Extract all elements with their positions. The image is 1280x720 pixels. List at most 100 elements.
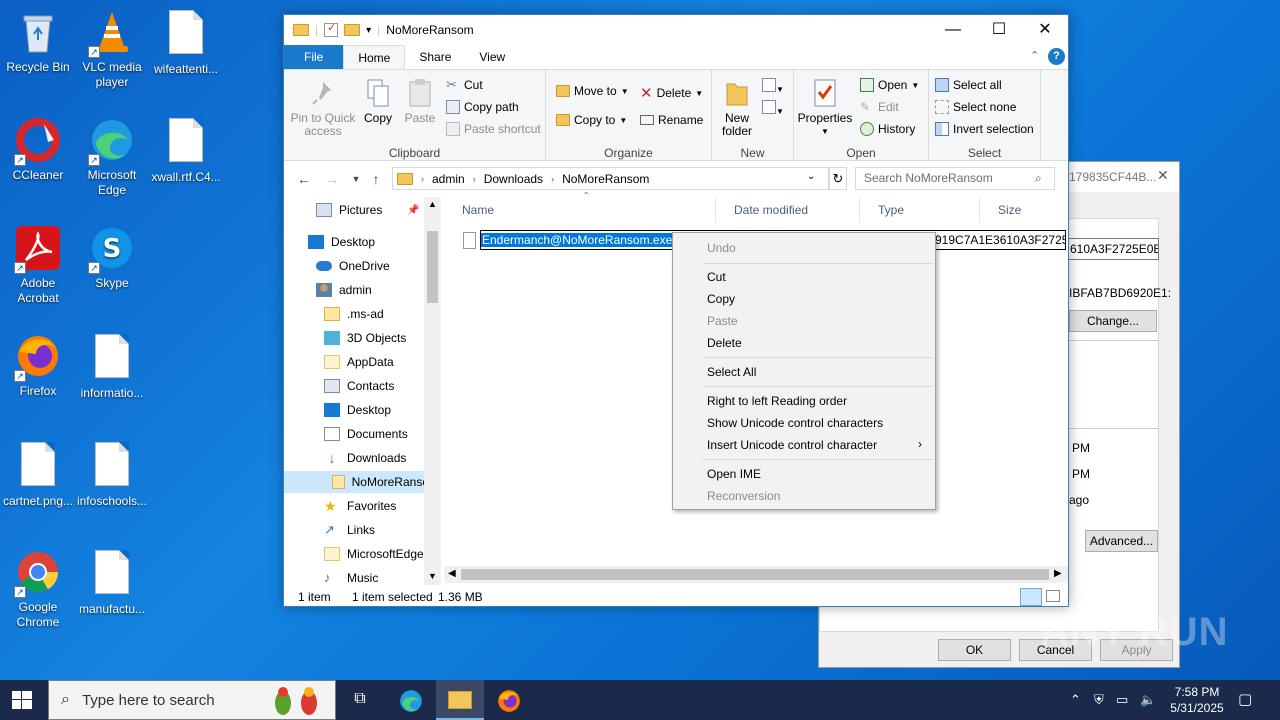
back-arrow-icon[interactable]: ← (294, 169, 314, 189)
volume-icon[interactable]: 🔈 (1140, 680, 1156, 720)
desktop-icon-chrome[interactable]: ↗ Google Chrome (0, 548, 76, 630)
copy-path-button[interactable]: Copy path (446, 100, 519, 114)
desktop-icon-file[interactable]: manufactu... (74, 548, 150, 617)
column-date-modified[interactable]: Date modified (716, 197, 860, 223)
nav-item-nomoreransom[interactable]: NoMoreRansom (284, 471, 439, 493)
scroll-up-icon[interactable]: ▲ (428, 199, 437, 209)
address-dropdown-icon[interactable]: ⌄ (807, 171, 815, 182)
windows-start-icon[interactable] (12, 691, 32, 709)
task-view-icon[interactable]: ⧉ (350, 690, 370, 710)
customize-toolbar-icon[interactable]: ▾ (366, 25, 371, 36)
minimize-button[interactable]: — (930, 15, 976, 45)
select-all-button[interactable]: Select all (935, 78, 1002, 92)
nav-item-msad[interactable]: .ms-ad (324, 303, 384, 325)
column-type[interactable]: Type (860, 197, 980, 223)
menu-item-paste[interactable]: Paste (707, 314, 738, 328)
menu-item-select-all[interactable]: Select All (707, 365, 756, 379)
desktop-icon-file[interactable]: xwall.rtf.C4... (148, 116, 224, 185)
tray-chevron-icon[interactable]: ⌃ (1070, 680, 1081, 720)
column-name[interactable]: Name (444, 197, 716, 223)
tray-security-icon[interactable]: ⛨ (1094, 680, 1104, 720)
taskbar-file-explorer-button[interactable] (436, 680, 484, 720)
close-button[interactable]: ✕ (1022, 15, 1068, 45)
desktop-icon-firefox[interactable]: ↗ Firefox (0, 332, 76, 399)
copy-button[interactable]: Copy (358, 78, 398, 125)
search-input[interactable]: Search NoMoreRansom (855, 167, 1055, 190)
clock[interactable]: 7:58 PM 5/31/2025 (1164, 680, 1230, 720)
properties-check-icon[interactable]: ✓ (324, 22, 339, 37)
address-bar[interactable]: › admin › Downloads › NoMoreRansom ⌄ (392, 167, 829, 190)
cut-button[interactable]: ✂ Cut (446, 78, 483, 93)
menu-item-copy[interactable]: Copy (707, 292, 735, 306)
ok-button[interactable]: OK (938, 639, 1011, 661)
nav-scroll-thumb[interactable] (427, 231, 438, 303)
change-button[interactable]: Change... (1069, 310, 1157, 332)
menu-item-insert-unicode[interactable]: Insert Unicode control character (707, 438, 877, 452)
new-folder-button[interactable]: New folder (714, 78, 760, 138)
new-folder-icon[interactable] (344, 24, 361, 36)
desktop-icon-skype[interactable]: S ↗ Skype (74, 224, 150, 291)
network-icon[interactable]: ▭ (1116, 680, 1128, 720)
nav-item-music[interactable]: ♪ Music (324, 567, 378, 584)
easy-access-icon[interactable]: ▼ (762, 100, 784, 117)
desktop-icon-acrobat[interactable]: ↗ Adobe Acrobat (0, 224, 76, 306)
maximize-button[interactable]: ☐ (976, 15, 1022, 45)
nav-item-desktop[interactable]: Desktop (308, 231, 375, 253)
advanced-button[interactable]: Advanced... (1085, 530, 1158, 552)
horizontal-scrollbar[interactable]: ◀ ▶ (444, 566, 1068, 583)
desktop-icon-file[interactable]: informatio... (74, 332, 150, 401)
nav-item-appdata[interactable]: AppData (324, 351, 394, 373)
paste-button[interactable]: Paste (400, 78, 440, 125)
desktop-icon-file[interactable]: infoschools... (74, 440, 150, 509)
nav-item-3d-objects[interactable]: 3D Objects (324, 327, 406, 349)
nav-scrollbar[interactable]: ▲ ▼ (424, 197, 441, 585)
large-icons-view-icon[interactable] (1046, 590, 1060, 602)
nav-item-admin[interactable]: admin (316, 279, 372, 301)
forward-arrow-icon[interactable]: → (322, 169, 342, 189)
open-button[interactable]: Open ▼ (860, 78, 919, 92)
invert-selection-button[interactable]: Invert selection (935, 122, 1034, 136)
nav-item-links[interactable]: ↗ Links (324, 519, 375, 541)
menu-item-open-ime[interactable]: Open IME (707, 467, 761, 481)
column-size[interactable]: Size (980, 197, 1068, 223)
menu-item-rtl-reading-order[interactable]: Right to left Reading order (707, 394, 847, 408)
notification-icon[interactable]: ▢ (1238, 680, 1252, 720)
hash-field-1[interactable]: 610A3F2725E0B0 (1067, 238, 1159, 260)
nav-item-desktop-2[interactable]: Desktop (324, 399, 391, 421)
tab-share[interactable]: Share (405, 45, 465, 69)
rename-button[interactable]: Rename (640, 113, 703, 127)
desktop-icon-file[interactable]: wifeattenti... (148, 8, 224, 77)
nav-item-microsoftedge[interactable]: MicrosoftEdge (324, 543, 424, 565)
history-button[interactable]: History (860, 122, 915, 136)
collapse-ribbon-icon[interactable]: ⌃ (1030, 49, 1039, 62)
taskbar-firefox-icon[interactable] (496, 688, 522, 714)
copy-to-button[interactable]: Copy to ▼ (556, 113, 627, 127)
desktop-icon-vlc[interactable]: ↗ VLC media player (74, 8, 150, 90)
tab-file[interactable]: File (284, 45, 344, 69)
breadcrumb-downloads[interactable]: Downloads (484, 172, 543, 186)
nav-item-favorites[interactable]: ★ Favorites (324, 495, 396, 517)
pin-quick-access-button[interactable]: Pin to Quick access (288, 78, 358, 138)
refresh-icon[interactable]: ↻ (829, 167, 847, 190)
help-icon[interactable]: ? (1048, 48, 1065, 65)
scroll-right-icon[interactable]: ▶ (1054, 568, 1062, 579)
tab-home[interactable]: Home (343, 45, 406, 69)
desktop-icon-recycle-bin[interactable]: Recycle Bin (0, 8, 76, 75)
nav-item-pictures[interactable]: Pictures 📌 (316, 199, 420, 221)
properties-button[interactable]: Properties ▼ (796, 78, 854, 138)
recent-locations-icon[interactable]: ▼ (346, 169, 366, 189)
menu-item-show-unicode[interactable]: Show Unicode control characters (707, 416, 883, 430)
delete-button[interactable]: ✕ Delete ▼ (640, 84, 703, 102)
menu-item-delete[interactable]: Delete (707, 336, 742, 350)
properties-close-button[interactable]: ✕ (1157, 167, 1169, 184)
menu-item-reconversion[interactable]: Reconversion (707, 489, 780, 503)
edit-button[interactable]: ✎ Edit (860, 100, 899, 114)
breadcrumb-nomoreransom[interactable]: NoMoreRansom (562, 172, 649, 186)
desktop-icon-file[interactable]: cartnet.png... (0, 440, 76, 509)
desktop-icon-ccleaner[interactable]: ↗ CCleaner (0, 116, 76, 183)
breadcrumb-admin[interactable]: admin (432, 172, 465, 186)
scroll-left-icon[interactable]: ◀ (448, 568, 456, 579)
up-arrow-icon[interactable]: ↑ (366, 169, 386, 189)
desktop-icon-edge[interactable]: ↗ Microsoft Edge (74, 116, 150, 198)
nav-item-downloads[interactable]: ↓ Downloads (324, 447, 407, 469)
